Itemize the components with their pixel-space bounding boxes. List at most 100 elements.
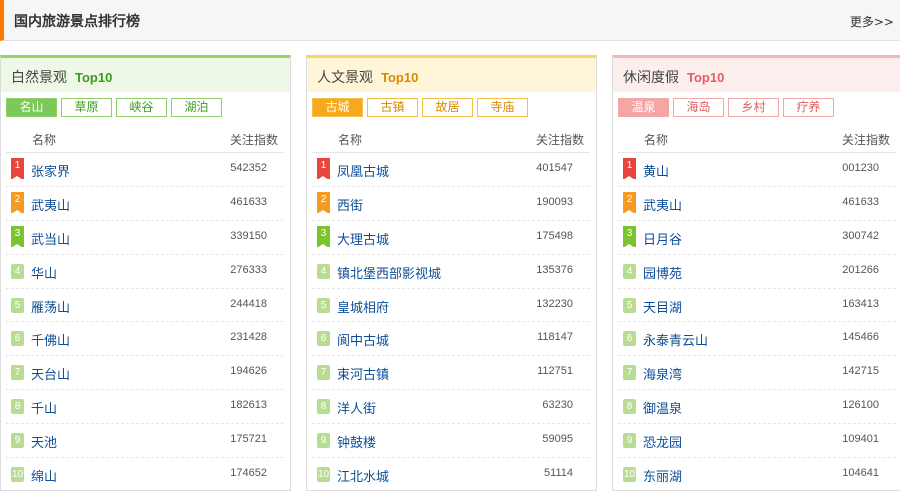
- attention-index: 182613: [230, 399, 267, 412]
- attention-index: 231428: [230, 331, 267, 344]
- attention-index: 276333: [230, 263, 267, 276]
- attraction-link[interactable]: 天目湖: [643, 297, 682, 316]
- attraction-link[interactable]: 天池: [31, 432, 57, 451]
- list-item: 10 绵山 174652: [6, 457, 284, 491]
- attention-index: 542352: [230, 162, 267, 174]
- column-header: 名称 关注指数: [307, 131, 596, 149]
- attraction-link[interactable]: 西街: [337, 195, 363, 214]
- category-tab[interactable]: 疗养: [783, 98, 834, 117]
- attraction-link[interactable]: 武夷山: [643, 195, 682, 214]
- attraction-link[interactable]: 凤凰古城: [337, 161, 389, 180]
- attraction-link[interactable]: 钟鼓楼: [337, 432, 376, 451]
- ranking-list: 1 张家界 542352 2 武夷山 461633 3 武当山 339150 4 华山 276333 5…: [6, 152, 284, 491]
- attraction-link[interactable]: 绵山: [31, 466, 57, 485]
- category-tab[interactable]: 故居: [422, 98, 473, 117]
- attraction-link[interactable]: 千山: [31, 398, 57, 417]
- rank-badge: 10: [317, 467, 330, 483]
- list-item: 7 海泉湾 142715: [618, 355, 896, 389]
- attention-index: 461633: [842, 195, 879, 208]
- attraction-link[interactable]: 江北水城: [337, 466, 389, 485]
- attention-index: 126100: [842, 399, 879, 412]
- attention-index: 59095: [542, 433, 573, 446]
- attraction-link[interactable]: 洋人街: [337, 398, 376, 417]
- rank-badge: 8: [623, 399, 636, 415]
- list-item: 2 西街 190093: [312, 185, 590, 220]
- rank-badge: 6: [11, 331, 24, 347]
- rank-badge: 5: [317, 297, 330, 313]
- list-item: 2 武夷山 461633: [618, 185, 896, 220]
- list-item: 8 千山 182613: [6, 389, 284, 423]
- attraction-link[interactable]: 天台山: [31, 364, 70, 383]
- attraction-link[interactable]: 武夷山: [31, 195, 70, 214]
- attention-index: 51114: [544, 467, 573, 480]
- list-item: 5 皇城相府 132230: [312, 287, 590, 322]
- attraction-link[interactable]: 镇北堡西部影视城: [337, 263, 441, 282]
- category-tab[interactable]: 草原: [61, 98, 112, 117]
- list-item: 7 束河古镇 112751: [312, 355, 590, 389]
- list-item: 9 恐龙园 109401: [618, 423, 896, 457]
- rank-badge: 6: [623, 331, 636, 347]
- list-item: 3 大理古城 175498: [312, 219, 590, 254]
- category-tab[interactable]: 湖泊: [171, 98, 222, 117]
- category-tab[interactable]: 乡村: [728, 98, 779, 117]
- rank-badge: 1: [11, 158, 24, 180]
- category-tab[interactable]: 古城: [312, 98, 363, 117]
- attention-index: 135376: [536, 263, 573, 276]
- attraction-link[interactable]: 华山: [31, 263, 57, 282]
- list-item: 1 凤凰古城 401547: [312, 152, 590, 186]
- attraction-link[interactable]: 千佛山: [31, 330, 70, 349]
- list-item: 3 武当山 339150: [6, 219, 284, 254]
- attraction-link[interactable]: 海泉湾: [643, 364, 682, 383]
- attention-index: 244418: [230, 297, 267, 310]
- column-header: 名称 关注指数: [1, 131, 290, 149]
- attraction-link[interactable]: 永泰青云山: [643, 330, 708, 349]
- attraction-link[interactable]: 黄山: [643, 161, 669, 180]
- panel-title: 人文景观 Top10: [317, 67, 418, 87]
- list-item: 4 华山 276333: [6, 253, 284, 288]
- category-tab[interactable]: 名山: [6, 98, 57, 117]
- more-link[interactable]: 更多>>: [850, 13, 894, 30]
- rank-badge: 9: [317, 433, 330, 449]
- attraction-link[interactable]: 阆中古城: [337, 330, 389, 349]
- attraction-link[interactable]: 恐龙园: [643, 432, 682, 451]
- category-tab[interactable]: 温泉: [618, 98, 669, 117]
- attraction-link[interactable]: 园博苑: [643, 263, 682, 282]
- attention-index: 104641: [842, 467, 879, 480]
- attraction-link[interactable]: 雁荡山: [31, 297, 70, 316]
- attraction-link[interactable]: 日月谷: [643, 229, 682, 248]
- attraction-link[interactable]: 张家界: [31, 161, 70, 180]
- attraction-link[interactable]: 皇城相府: [337, 297, 389, 316]
- attraction-link[interactable]: 大理古城: [337, 229, 389, 248]
- list-item: 7 天台山 194626: [6, 355, 284, 389]
- column-name-header: 名称: [338, 133, 363, 147]
- panel-header: 休闲度假 Top10: [613, 58, 900, 92]
- attention-index: 63230: [542, 399, 573, 412]
- rank-badge: 8: [317, 399, 330, 415]
- panel-title-text: 人文景观: [317, 70, 373, 86]
- attraction-link[interactable]: 御温泉: [643, 398, 682, 417]
- top10-label: Top10: [381, 70, 419, 85]
- attraction-link[interactable]: 东丽湖: [643, 466, 682, 485]
- list-item: 1 张家界 542352: [6, 152, 284, 186]
- rank-badge: 4: [317, 263, 330, 279]
- category-tab[interactable]: 寺庙: [477, 98, 528, 117]
- attention-index: 132230: [536, 297, 573, 310]
- category-tab[interactable]: 古镇: [367, 98, 418, 117]
- panel-header: 白然景观 Top10: [1, 58, 290, 92]
- list-item: 2 武夷山 461633: [6, 185, 284, 220]
- attention-index: 142715: [842, 365, 879, 378]
- panel-title: 休闲度假 Top10: [623, 67, 724, 87]
- attention-index: 190093: [536, 195, 573, 208]
- ranking-panel: 白然景观 Top10 名山 草原 峡谷 湖泊名称 关注指数 1 张家界 542352 2 武夷山 461…: [0, 55, 291, 491]
- attraction-link[interactable]: 武当山: [31, 229, 70, 248]
- list-item: 9 天池 175721: [6, 423, 284, 457]
- rank-badge: 9: [623, 433, 636, 449]
- category-tab[interactable]: 海岛: [673, 98, 724, 117]
- rank-badge: 10: [11, 467, 24, 483]
- rank-badge: 8: [11, 399, 24, 415]
- attention-index: 145466: [842, 331, 879, 344]
- panel-header: 人文景观 Top10: [307, 58, 596, 92]
- column-header: 名称 关注指数: [613, 131, 900, 149]
- attraction-link[interactable]: 束河古镇: [337, 364, 389, 383]
- category-tab[interactable]: 峡谷: [116, 98, 167, 117]
